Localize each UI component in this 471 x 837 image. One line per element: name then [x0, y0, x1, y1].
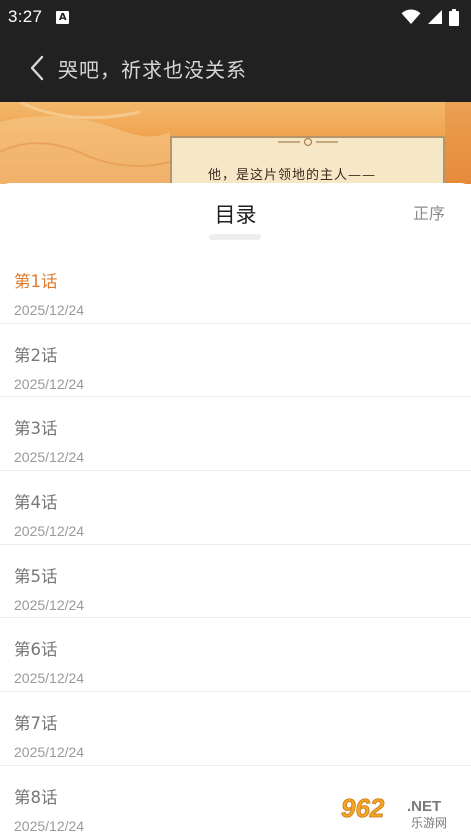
chapter-title: 第8话	[14, 787, 58, 807]
cover-banner: 他，是这片领地的主人——	[0, 102, 471, 184]
chapter-item[interactable]: 第5话 2025/12/24	[0, 545, 471, 619]
chapter-date: 2025/12/24	[14, 744, 85, 761]
chapter-list: 第1话 2025/12/24 第2话 2025/12/24 第3话 2025/1…	[0, 250, 471, 837]
chapter-title: 第4话	[14, 493, 58, 513]
status-icons	[401, 8, 459, 26]
sort-order-button[interactable]: 正序	[413, 200, 445, 224]
chapter-title: 第6话	[14, 640, 58, 660]
watermark-suffix: .NET	[407, 798, 441, 815]
banner-caption-card: 他，是这片领地的主人——	[170, 136, 445, 184]
chapter-title: 第1话	[14, 272, 58, 291]
battery-icon	[449, 8, 459, 26]
notification-icon: A	[56, 10, 70, 24]
chapter-date: 2025/12/24	[14, 449, 85, 466]
chapter-item[interactable]: 第2话 2025/12/24	[0, 324, 471, 398]
signal-icon	[428, 10, 442, 24]
chapter-date: 2025/12/24	[14, 670, 85, 687]
chapter-title: 第7话	[14, 714, 58, 734]
chapter-date: 2025/12/24	[14, 523, 85, 540]
catalog-sheet: 目录 正序 第1话 2025/12/24 第2话 2025/12/24 第3话 …	[0, 183, 471, 837]
chapter-title: 第3话	[14, 419, 58, 439]
chapter-item[interactable]: 第3话 2025/12/24	[0, 397, 471, 472]
banner-caption: 他，是这片领地的主人——	[208, 168, 377, 183]
wifi-icon	[401, 9, 421, 24]
watermark-caption: 乐游网	[411, 816, 447, 830]
ornament-icon	[278, 137, 338, 147]
chapter-date: 2025/12/24	[14, 375, 85, 392]
chapter-item[interactable]: 第1话 2025/12/24	[0, 250, 471, 324]
chapter-date: 2025/12/24	[14, 817, 85, 834]
page-title: 哭吧，祈求也没关系	[58, 57, 247, 82]
status-time: 3:27	[8, 7, 43, 26]
chevron-left-icon	[30, 55, 44, 81]
watermark-number: 962	[341, 793, 385, 823]
site-watermark-logo: 962 .NET 乐游网	[335, 793, 463, 830]
sheet-drag-handle[interactable]	[209, 234, 261, 240]
catalog-title: 目录	[214, 203, 257, 227]
chapter-title: 第2话	[14, 345, 58, 365]
status-bar: 3:27 A	[0, 0, 471, 34]
chapter-item[interactable]: 第7话 2025/12/24	[0, 692, 471, 766]
chapter-date: 2025/12/24	[14, 596, 85, 613]
app-bar: 哭吧，祈求也没关系	[0, 34, 471, 102]
back-button[interactable]	[12, 34, 62, 102]
chapter-title: 第5话	[14, 566, 58, 586]
chapter-item[interactable]: 第6话 2025/12/24	[0, 618, 471, 693]
chapter-date: 2025/12/24	[14, 302, 85, 318]
chapter-item[interactable]: 第4话 2025/12/24	[0, 471, 471, 545]
